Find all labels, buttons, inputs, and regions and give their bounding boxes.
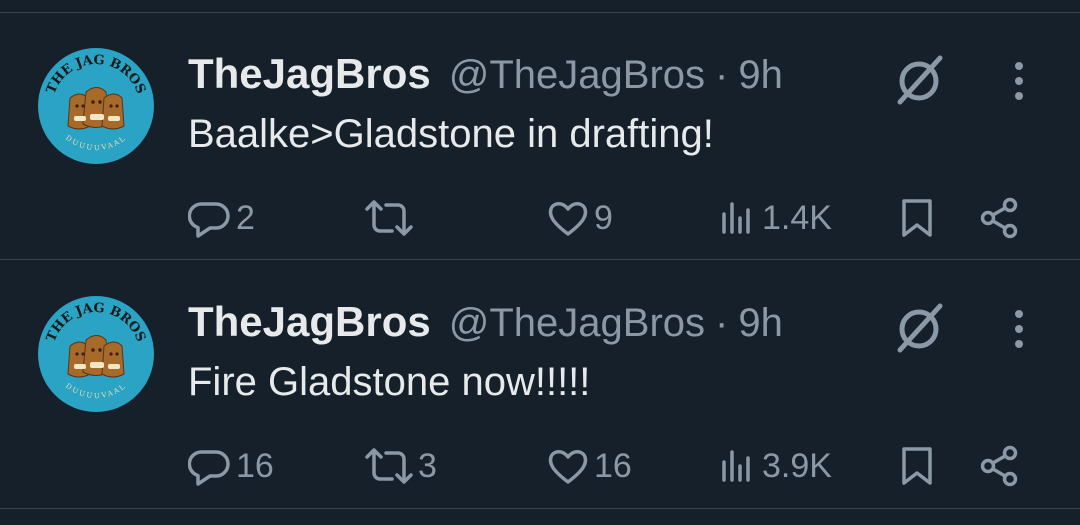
view-count: 3.9K	[762, 446, 832, 485]
like-icon	[548, 202, 588, 236]
reply-count: 2	[236, 198, 255, 237]
display-name[interactable]: TheJagBros	[188, 50, 431, 98]
repost-button[interactable]: 3	[364, 444, 437, 488]
repost-icon	[365, 448, 413, 484]
share-icon	[980, 445, 1018, 487]
like-button[interactable]: 16	[546, 444, 632, 488]
views-icon	[722, 450, 750, 482]
repost-count: 3	[418, 446, 437, 485]
separator-dot: ·	[715, 301, 729, 345]
reply-button[interactable]: 16	[188, 444, 274, 488]
more-icon[interactable]	[1004, 306, 1034, 352]
avatar[interactable]: THE JAG BROS DUUUUVAAL	[36, 294, 156, 414]
share-button[interactable]	[978, 444, 1022, 488]
like-icon	[548, 450, 588, 484]
bookmark-button[interactable]	[898, 444, 936, 488]
bottom-divider	[0, 508, 1080, 509]
tweet[interactable]: THE JAG BROS DUUUUVAAL TheJagBros @TheJa…	[0, 12, 1080, 257]
timestamp[interactable]: 9h	[738, 53, 783, 98]
bookmark-icon	[902, 447, 932, 485]
repost-icon	[365, 200, 413, 236]
share-button[interactable]	[978, 196, 1022, 240]
reply-icon	[188, 450, 230, 486]
views-button[interactable]: 1.4K	[718, 196, 832, 240]
view-count: 1.4K	[762, 198, 832, 237]
tweet-text: Fire Gladstone now!!!!!	[188, 360, 591, 404]
timestamp[interactable]: 9h	[738, 301, 783, 346]
like-button[interactable]: 9	[546, 196, 613, 240]
bookmark-button[interactable]	[898, 196, 936, 240]
avatar[interactable]: THE JAG BROS DUUUUVAAL	[36, 46, 156, 166]
reply-count: 16	[236, 446, 274, 485]
reply-button[interactable]: 2	[188, 196, 255, 240]
tweet-text: Baalke>Gladstone in drafting!	[188, 112, 714, 156]
grok-icon[interactable]	[892, 54, 948, 106]
more-icon[interactable]	[1004, 58, 1034, 104]
tweet-header: TheJagBros @TheJagBros · 9h	[188, 298, 783, 352]
bookmark-icon	[902, 199, 932, 237]
tweet-header: TheJagBros @TheJagBros · 9h	[188, 50, 783, 104]
share-icon	[980, 197, 1018, 239]
views-button[interactable]: 3.9K	[718, 444, 832, 488]
user-handle[interactable]: @TheJagBros	[449, 301, 705, 346]
reply-icon	[188, 202, 230, 238]
grok-icon[interactable]	[892, 302, 948, 354]
like-count: 9	[594, 198, 613, 237]
like-count: 16	[594, 446, 632, 485]
tweet[interactable]: THE JAG BROS DUUUUVAAL TheJagBros @TheJa…	[0, 260, 1080, 505]
repost-button[interactable]	[364, 196, 418, 240]
views-icon	[722, 202, 750, 234]
user-handle[interactable]: @TheJagBros	[449, 53, 705, 98]
display-name[interactable]: TheJagBros	[188, 298, 431, 346]
separator-dot: ·	[715, 53, 729, 97]
